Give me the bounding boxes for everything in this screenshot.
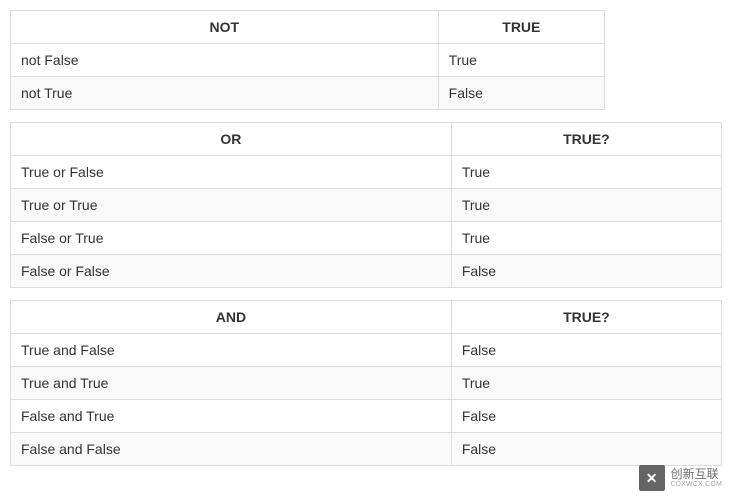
table-row: True and False False [11, 334, 722, 367]
cell-expression: False or False [11, 255, 452, 288]
table-header-result: TRUE [438, 11, 604, 44]
watermark-text-cn: 创新互联 [671, 468, 722, 481]
table-row: not False True [11, 44, 605, 77]
cell-expression: not True [11, 77, 439, 110]
table-header-operation: NOT [11, 11, 439, 44]
watermark: ✕ 创新互联 CDXWCX.COM [639, 465, 722, 491]
table-header-result: TRUE? [451, 301, 721, 334]
cell-result: True [451, 222, 721, 255]
cell-expression: not False [11, 44, 439, 77]
table-header-operation: AND [11, 301, 452, 334]
table-row: True or True True [11, 189, 722, 222]
table-row: False or True True [11, 222, 722, 255]
watermark-text-en: CDXWCX.COM [671, 481, 722, 489]
cell-result: False [451, 255, 721, 288]
table-header-operation: OR [11, 123, 452, 156]
table-row: True and True True [11, 367, 722, 400]
cell-result: False [451, 334, 721, 367]
cell-result: True [451, 367, 721, 400]
cell-expression: True and True [11, 367, 452, 400]
cell-result: True [438, 44, 604, 77]
cell-expression: False and True [11, 400, 452, 433]
truth-table-not: NOT TRUE not False True not True False [10, 10, 605, 110]
watermark-logo-icon: ✕ [639, 465, 665, 491]
cell-expression: False and False [11, 433, 452, 466]
table-row: True or False True [11, 156, 722, 189]
table-row: False and False False [11, 433, 722, 466]
table-row: False or False False [11, 255, 722, 288]
cell-result: True [451, 189, 721, 222]
cell-expression: True or False [11, 156, 452, 189]
truth-table-and: AND TRUE? True and False False True and … [10, 300, 722, 466]
cell-expression: True or True [11, 189, 452, 222]
table-row: not True False [11, 77, 605, 110]
cell-result: False [451, 400, 721, 433]
table-header-result: TRUE? [451, 123, 721, 156]
cell-expression: False or True [11, 222, 452, 255]
truth-table-or: OR TRUE? True or False True True or True… [10, 122, 722, 288]
table-row: False and True False [11, 400, 722, 433]
cell-expression: True and False [11, 334, 452, 367]
cell-result: True [451, 156, 721, 189]
cell-result: False [451, 433, 721, 466]
cell-result: False [438, 77, 604, 110]
